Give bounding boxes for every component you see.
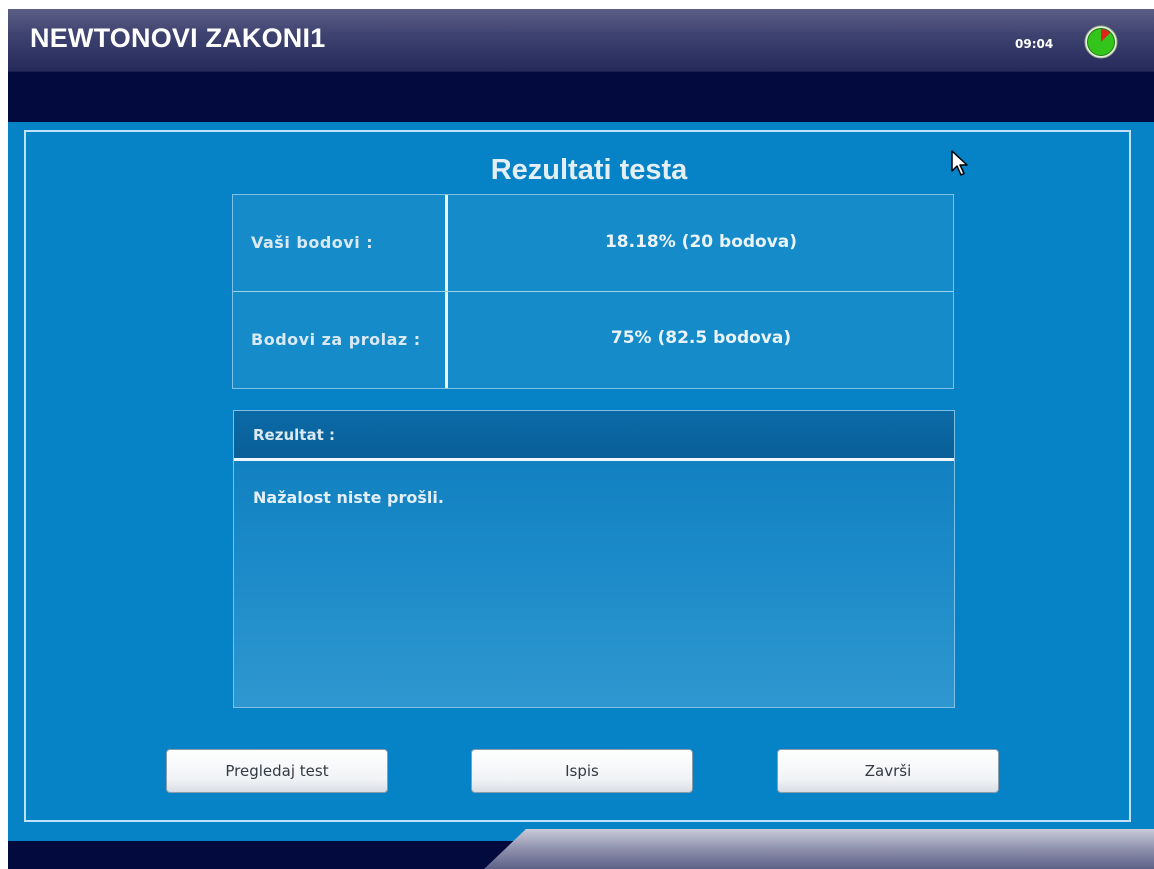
pass-points-label: Bodovi za prolaz : bbox=[251, 330, 421, 349]
mouse-pointer-icon bbox=[951, 150, 968, 176]
print-button[interactable]: Ispis bbox=[471, 749, 693, 793]
row-divider bbox=[233, 291, 953, 292]
footer-decoration bbox=[8, 827, 1154, 869]
score-table: Vaši bodovi : 18.18% (20 bodova) Bodovi … bbox=[232, 194, 954, 389]
app-window: NEWTONOVI ZAKONI1 09:04 Rezultati testa … bbox=[8, 9, 1154, 869]
pass-points-value: 75% (82.5 bodova) bbox=[610, 328, 792, 348]
timer-icon bbox=[1084, 25, 1118, 59]
finish-button[interactable]: Završi bbox=[777, 749, 999, 793]
app-title: NEWTONOVI ZAKONI1 bbox=[30, 23, 326, 53]
your-points-value: 18.18% (20 bodova) bbox=[604, 232, 798, 252]
page-title: Rezultati testa bbox=[490, 154, 688, 186]
result-panel: Rezultat : Nažalost niste prošli. bbox=[233, 410, 955, 708]
your-points-label: Vaši bodovi : bbox=[251, 233, 374, 252]
clock-time: 09:04 bbox=[1015, 37, 1054, 51]
results-page: Rezultati testa Vaši bodovi : 18.18% (20… bbox=[8, 122, 1154, 862]
title-bar: NEWTONOVI ZAKONI1 09:04 bbox=[8, 9, 1154, 72]
result-header: Rezultat : bbox=[234, 411, 954, 461]
review-test-button[interactable]: Pregledaj test bbox=[166, 749, 388, 793]
result-message: Nažalost niste prošli. bbox=[253, 488, 444, 507]
result-label: Rezultat : bbox=[253, 426, 335, 444]
